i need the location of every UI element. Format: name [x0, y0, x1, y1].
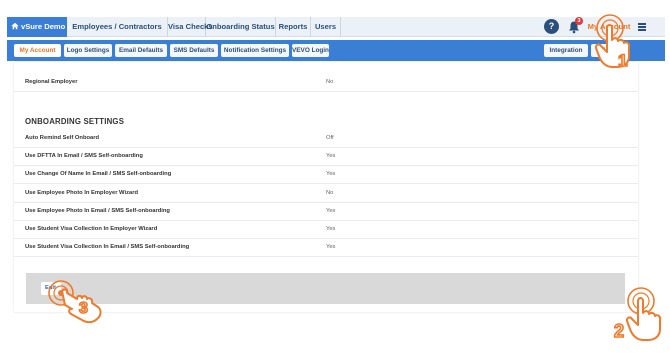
setting-row-regional-employer: Regional Employer No [14, 74, 638, 92]
setting-value: Yes [326, 171, 336, 177]
brand-home-link[interactable]: vSure Demo » [7, 17, 72, 37]
setting-value: Yes [326, 226, 336, 232]
setting-row: Use Change Of Name In Email / SMS Self-o… [14, 166, 638, 184]
tab-my-account[interactable]: My Account [14, 44, 61, 57]
setting-label: Use Change Of Name In Email / SMS Self-o… [25, 171, 172, 177]
help-icon[interactable]: ? [544, 19, 559, 34]
step-number: 3 [79, 300, 88, 317]
setting-row: Auto Remind Self Onboard Off [14, 130, 638, 148]
step-number: 1 [618, 51, 627, 70]
tab-integration[interactable]: Integration [544, 44, 588, 57]
page: vSure Demo » Employees / Contractors Vis… [0, 0, 670, 353]
notification-count-badge: 3 [575, 17, 583, 25]
setting-label: Regional Employer [25, 79, 78, 85]
brand-label: vSure Demo » [21, 22, 72, 31]
setting-row: Use Employee Photo In Employer Wizard No [14, 185, 638, 203]
setting-label: Use Employee Photo In Employer Wizard [25, 190, 139, 196]
setting-row: Use Employee Photo In Email / SMS Self-o… [14, 203, 638, 221]
setting-value: Off [326, 135, 334, 141]
tab-notification-settings[interactable]: Notification Settings [221, 44, 289, 57]
step-number: 2 [614, 321, 624, 341]
tab-email-defaults[interactable]: Email Defaults [115, 44, 167, 57]
form-footer: Edit [26, 273, 625, 304]
nav-onboarding-status[interactable]: Onboarding Status [206, 17, 276, 37]
nav-reports[interactable]: Reports [276, 17, 311, 37]
settings-panel: Regional Employer No ONBOARDING SETTINGS… [14, 62, 638, 312]
setting-value: Yes [326, 208, 336, 214]
setting-row: Use Student Visa Collection In Email / S… [14, 239, 638, 257]
nav-employees-contractors[interactable]: Employees / Contractors [67, 17, 168, 37]
onboarding-settings-heading: ONBOARDING SETTINGS [25, 117, 125, 126]
nav-visa-checks[interactable]: Visa Checks [168, 17, 213, 37]
pointer-hand-icon-step-3: 3 [48, 280, 102, 324]
setting-value: No [326, 79, 334, 85]
setting-label: Use Student Visa Collection In Email / S… [25, 244, 190, 250]
setting-row: Use DFTTA In Email / SMS Self-onboarding… [14, 148, 638, 166]
pointer-hand-icon-step-2: 2 [613, 287, 662, 342]
tab-logo-settings[interactable]: Logo Settings [64, 44, 112, 57]
setting-label: Auto Remind Self Onboard [25, 135, 100, 141]
setting-label: Use Student Visa Collection In Employer … [25, 226, 158, 232]
nav-users[interactable]: Users [311, 17, 341, 37]
settings-toolbar: My Account Logo Settings Email Defaults … [7, 40, 665, 61]
setting-label: Use DFTTA In Email / SMS Self-onboarding [25, 153, 143, 159]
tab-sms-defaults[interactable]: SMS Defaults [170, 44, 218, 57]
top-navigation: vSure Demo » Employees / Contractors Vis… [7, 17, 665, 37]
setting-label: Use Employee Photo In Email / SMS Self-o… [25, 208, 170, 214]
home-icon [11, 22, 19, 30]
pointer-hand-icon-step-1: 1 [594, 14, 631, 70]
setting-row: Use Student Visa Collection In Employer … [14, 221, 638, 239]
tab-vevo-login[interactable]: VEVO Login [292, 44, 329, 57]
setting-value: No [326, 190, 334, 196]
setting-value: Yes [326, 153, 336, 159]
setting-value: Yes [326, 244, 336, 250]
